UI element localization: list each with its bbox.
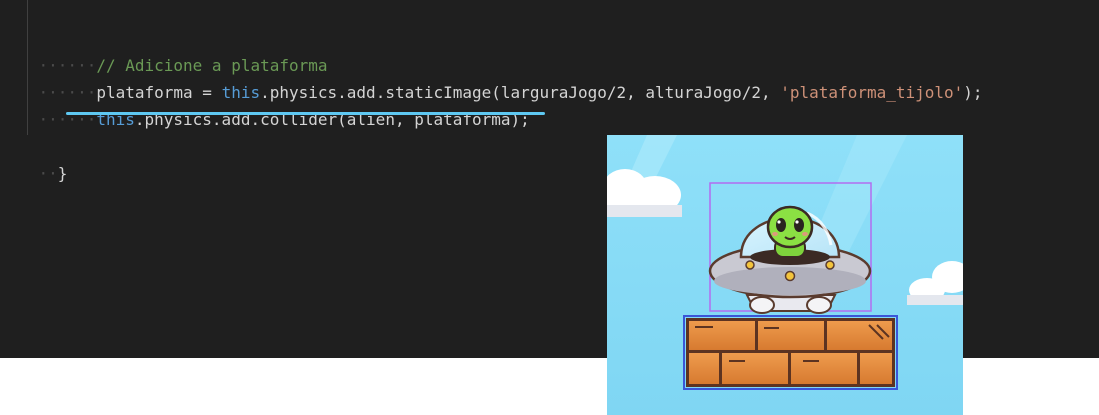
- code-token: );: [963, 83, 983, 102]
- code-line-2[interactable]: ······plataforma = this.physics.add.stat…: [0, 54, 983, 102]
- code-line-1[interactable]: ······// Adicione a plataforma: [0, 27, 328, 75]
- code-line-5[interactable]: ··}: [0, 135, 68, 183]
- whitespace-marker: ··: [38, 164, 58, 183]
- game-preview: [607, 135, 963, 415]
- game-scene: [607, 135, 963, 415]
- highlight-underline: [66, 112, 545, 115]
- brick-platform-icon: [686, 318, 895, 387]
- code-line-3[interactable]: ······this.physics.add.collider(alien, p…: [0, 81, 530, 129]
- code-string: 'plataforma_tijolo': [780, 83, 964, 102]
- closing-brace: }: [57, 164, 68, 183]
